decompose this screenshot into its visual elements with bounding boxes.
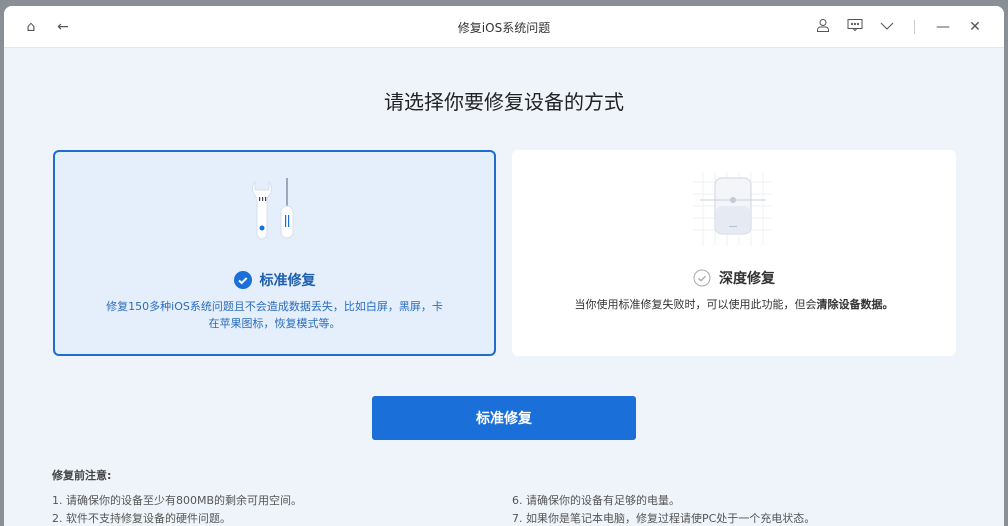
notes-title: 修复前注意: [52, 469, 112, 482]
option-title-row: 标准修复 [55, 270, 494, 290]
note-item: 7. 如果你是笔记本电脑，修复过程请使PC处于一个充电状态。 [512, 512, 816, 525]
description-warning: 清除设备数据。 [816, 298, 894, 311]
option-title-row: 深度修复 [512, 268, 956, 288]
option-title: 标准修复 [259, 273, 316, 289]
user-icon[interactable] [814, 18, 832, 36]
option-description: 修复150多种iOS系统问题且不会造成数据丢失，比如白屏，黑屏，卡在苹果图标，恢… [106, 300, 443, 330]
description-text: 当你使用标准修复失败时，可以使用此功能，但会 [574, 298, 817, 311]
divider [914, 20, 915, 34]
check-circle-unselected-icon [693, 269, 711, 287]
note-item: 1. 请确保你的设备至少有800MB的剩余可用空间。 [52, 494, 303, 507]
standard-repair-button[interactable]: 标准修复 [372, 396, 636, 440]
tools-icon [251, 178, 294, 240]
check-circle-selected-icon [233, 271, 252, 289]
option-description: 当你使用标准修复失败时，可以使用此功能，但会清除设备数据。 [532, 296, 936, 313]
minimize-icon[interactable]: — [934, 18, 952, 36]
feedback-icon[interactable] [846, 18, 864, 36]
chevron-down-icon[interactable] [878, 18, 896, 36]
option-title: 深度修复 [719, 271, 775, 287]
option-standard-repair[interactable]: 标准修复 修复150多种iOS系统问题且不会造成数据丢失，比如白屏，黑屏，卡在苹… [53, 150, 496, 356]
title-bar: ⌂ ← 修复iOS系统问题 — ✕ [4, 6, 1004, 48]
note-item: 2. 软件不支持修复设备的硬件问题。 [52, 512, 231, 525]
app-window: ⌂ ← 修复iOS系统问题 — ✕ 请选择你要修复设备的方式 标准修复 修复15… [4, 6, 1004, 526]
device-icon [693, 172, 773, 246]
option-deep-repair[interactable]: 深度修复 当你使用标准修复失败时，可以使用此功能，但会清除设备数据。 [512, 150, 956, 356]
close-icon[interactable]: ✕ [966, 18, 984, 36]
note-item: 6. 请确保你的设备有足够的电量。 [512, 494, 680, 507]
page-heading: 请选择你要修复设备的方式 [384, 90, 624, 114]
